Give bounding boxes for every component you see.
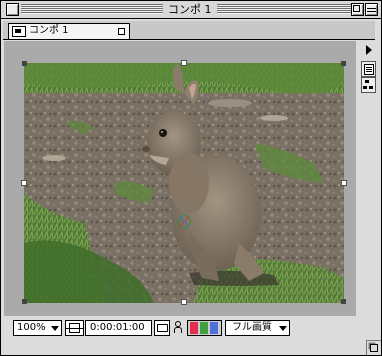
render-queue-button[interactable] bbox=[361, 61, 376, 77]
viewer-options-bar: 100% 0:00:01:00 フル画質 bbox=[1, 319, 381, 337]
window-title: コンポ 1 bbox=[163, 2, 217, 17]
layer-handle-left[interactable] bbox=[21, 180, 27, 186]
tab-label: コンポ 1 bbox=[29, 25, 69, 36]
chevron-down-icon bbox=[51, 326, 59, 331]
layer-handle-bottom-left[interactable] bbox=[22, 299, 27, 304]
tab-strip: コンポ 1 bbox=[3, 21, 375, 40]
current-time-value: 0:00:01:00 bbox=[90, 322, 145, 333]
blue-channel-swatch bbox=[210, 322, 218, 334]
collapse-box[interactable] bbox=[365, 3, 378, 16]
close-box[interactable] bbox=[6, 3, 19, 16]
magnification-dropdown[interactable]: 100% bbox=[13, 320, 62, 336]
composition-frame[interactable] bbox=[24, 63, 344, 303]
flowchart-button[interactable] bbox=[361, 77, 376, 93]
layer-handle-top[interactable] bbox=[181, 60, 187, 66]
render-queue-icon bbox=[364, 64, 374, 75]
layer-handle-bottom[interactable] bbox=[181, 299, 187, 305]
panel-menu-arrow-icon[interactable] bbox=[362, 43, 375, 57]
title-bar[interactable]: コンポ 1 bbox=[1, 1, 381, 19]
layer-handle-top-left[interactable] bbox=[22, 61, 27, 66]
flowchart-icon bbox=[365, 80, 369, 83]
tab-comp-1[interactable]: コンポ 1 bbox=[8, 23, 130, 39]
take-snapshot-button[interactable] bbox=[154, 320, 170, 336]
channels-button[interactable] bbox=[187, 320, 222, 336]
composition-icon bbox=[12, 26, 26, 37]
chevron-down-icon bbox=[279, 326, 287, 331]
title-action-safe-button[interactable] bbox=[65, 320, 84, 336]
rabbit-image bbox=[24, 63, 344, 303]
red-channel-swatch bbox=[190, 322, 198, 334]
zoom-box[interactable] bbox=[351, 3, 364, 16]
green-channel-swatch bbox=[200, 322, 208, 334]
composition-window: コンポ 1 コンポ 1 100% 0:00:01:00 フル画質 bbox=[0, 0, 382, 356]
composition-viewer[interactable] bbox=[4, 41, 356, 316]
resize-box[interactable] bbox=[366, 340, 381, 355]
layer-handle-bottom-right[interactable] bbox=[341, 299, 346, 304]
layer-handle-right[interactable] bbox=[341, 180, 347, 186]
resolution-value: フル画質 bbox=[232, 322, 272, 333]
magnification-value: 100% bbox=[17, 322, 46, 333]
show-snapshot-icon[interactable] bbox=[173, 321, 182, 334]
layer-handle-top-right[interactable] bbox=[341, 61, 346, 66]
current-time-field[interactable]: 0:00:01:00 bbox=[85, 320, 152, 336]
anchor-point-icon[interactable] bbox=[178, 215, 191, 228]
resolution-dropdown[interactable]: フル画質 bbox=[225, 320, 290, 336]
tab-close-box[interactable] bbox=[118, 28, 125, 35]
